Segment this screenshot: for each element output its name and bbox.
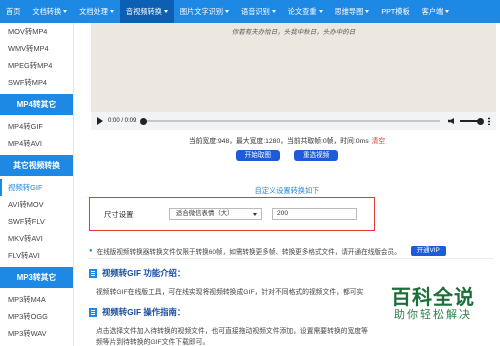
intro-heading-text: 视频转GIF 功能介绍： [102,268,186,278]
video-time: 0:00 / 0:09 [108,118,137,124]
sidebar-item[interactable]: FLV转AVI [0,247,73,264]
nav-item-label: 文档转换 [32,6,62,16]
size-settings-box: 尺寸设置 适合微信表情（大） 200 [89,197,375,231]
chevron-down-icon [225,10,230,13]
volume-knob[interactable] [477,117,484,125]
size-preset-value: 适合微信表情（大） [176,210,234,217]
chevron-down-icon [271,10,276,13]
sidebar-item[interactable]: SWF转MP4 [0,74,73,91]
vip-notice-text: 在线版视频转换器转换文件仅限于转换60帧，如需转换更多帧、转换更多格式文件，请开… [96,248,401,256]
sidebar-item[interactable]: MOV转MP4 [0,23,73,40]
sidebar-item[interactable]: MP3转WAV [0,325,73,342]
top-nav: 首页 文档转换 文档处理 音视频转换 图片文字识别 语音识别 论文查重 思维导图 PPT模板 客户… [0,0,500,23]
nav-item-label: 思维导图 [334,6,364,16]
nav-item-label: 图片文字识别 [179,6,224,16]
volume-icon[interactable] [448,118,454,124]
nav-item-2[interactable]: 文档处理 [73,0,120,23]
watermark-logo: 百科全说 助你轻松解决 [374,286,492,322]
video-player-controls: 0:00 / 0:09 [91,112,496,130]
frame-info: 当前宽度:948，最大宽度:1280，当前共取帧:0帧，时间:0ms 清空 [74,135,500,145]
size-settings-label: 尺寸设置 [104,209,134,219]
progress-knob[interactable] [140,117,148,125]
chevron-down-icon [318,10,323,13]
video-caption: 你若有夫办怡日，头我中秋日，头办中的日 [231,28,356,36]
bullet-icon: ● [89,247,93,254]
sidebar: MOV转MP4 WMV转MP4 MPEG转MP4 SWF转MP4 MP4转其它 MP4… [0,23,74,346]
watermark-subtitle: 助你轻松解决 [394,309,472,321]
sidebar-item[interactable]: MPEG转MP4 [0,57,73,74]
watermark-title: 百科全说 [391,285,475,309]
nav-item-3[interactable]: 音视频转换 [119,0,174,23]
document-icon [89,268,97,278]
size-preset-select[interactable]: 适合微信表情（大） [169,208,262,220]
chevron-down-icon [63,10,68,13]
sidebar-item[interactable]: 视频转GIF [0,179,73,196]
guide-heading: 视频转GIF 操作指南： [89,306,185,318]
nav-item-label: PPT模板 [381,6,410,16]
chevron-down-icon [163,10,168,13]
reselect-video-button[interactable]: 重选视频 [294,150,339,161]
chevron-down-icon [253,213,257,216]
open-vip-button[interactable]: 开通VIP [410,245,446,256]
nav-item-label: 语音识别 [241,6,270,16]
sidebar-header-mp4-other: MP4转其它 [0,94,73,115]
sidebar-item[interactable]: MP3转M4A [0,291,73,308]
nav-item-label: 首页 [6,6,21,16]
size-value-input[interactable]: 200 [272,208,357,220]
nav-item-0[interactable]: 首页 [0,0,26,23]
nav-item-label: 音视频转换 [125,6,162,16]
nav-item-label: 客户端 [421,6,444,16]
nav-item-label: 文档处理 [79,6,108,16]
sidebar-item[interactable]: AVI转MOV [0,196,73,213]
nav-item-5[interactable]: 语音识别 [235,0,282,23]
guide-heading-text: 视频转GIF 操作指南： [102,307,186,317]
video-progress-bar[interactable] [140,117,440,125]
nav-item-9[interactable]: 客户端 [416,0,456,23]
sidebar-item[interactable]: MKV转AVI [0,230,73,247]
sidebar-item[interactable]: MP4转GIF [0,118,73,135]
chevron-down-icon [445,10,450,13]
sidebar-item[interactable]: MP4转AVI [0,135,73,152]
guide-paragraph-line2: 频等片到待转换的GIF文件下载即可。 [96,339,210,346]
sidebar-item[interactable]: SWF转FLV [0,213,73,230]
volume-slider[interactable] [460,117,484,125]
action-buttons: 开始取图 重选视频 [74,150,500,161]
start-capture-button[interactable]: 开始取图 [235,150,280,161]
custom-settings-title: 自定义设置转换如下 [254,186,320,195]
clear-link[interactable]: 清空 [372,138,386,145]
play-icon[interactable] [97,117,103,125]
intro-heading: 视频转GIF 功能介绍： [89,267,185,279]
frame-info-text: 当前宽度:948，最大宽度:1280，当前共取帧:0帧，时间:0ms [188,138,369,145]
guide-paragraph-line1: 点击选择文件加入待转换的视频文件，也可直接拖动视频文件添加，设置需要转换的宽度等 [96,328,368,335]
video-preview[interactable]: 你若有夫办怡日，头我中秋日，头办中的日 [91,23,496,112]
more-options-icon[interactable] [488,117,490,125]
nav-item-label: 论文查重 [287,6,317,16]
sidebar-item[interactable]: WMV转MP4 [0,40,73,57]
document-icon [89,307,97,317]
nav-item-6[interactable]: 论文查重 [282,0,329,23]
vip-notice: ● 在线版视频转换器转换文件仅限于转换60帧，如需转换更多帧、转换更多格式文件，… [89,243,494,259]
sidebar-header-other-video: 其它视频转换 [0,155,73,176]
sidebar-header-mp3-other: MP3转其它 [0,267,73,288]
nav-item-7[interactable]: 思维导图 [329,0,376,23]
chevron-down-icon [109,10,114,13]
nav-item-1[interactable]: 文档转换 [26,0,73,23]
chevron-down-icon [365,10,370,13]
nav-item-8[interactable]: PPT模板 [375,0,415,23]
sidebar-item[interactable]: MP3转OGG [0,308,73,325]
sidebar-item[interactable]: MP3转FLAC [0,342,73,346]
nav-item-4[interactable]: 图片文字识别 [174,0,235,23]
